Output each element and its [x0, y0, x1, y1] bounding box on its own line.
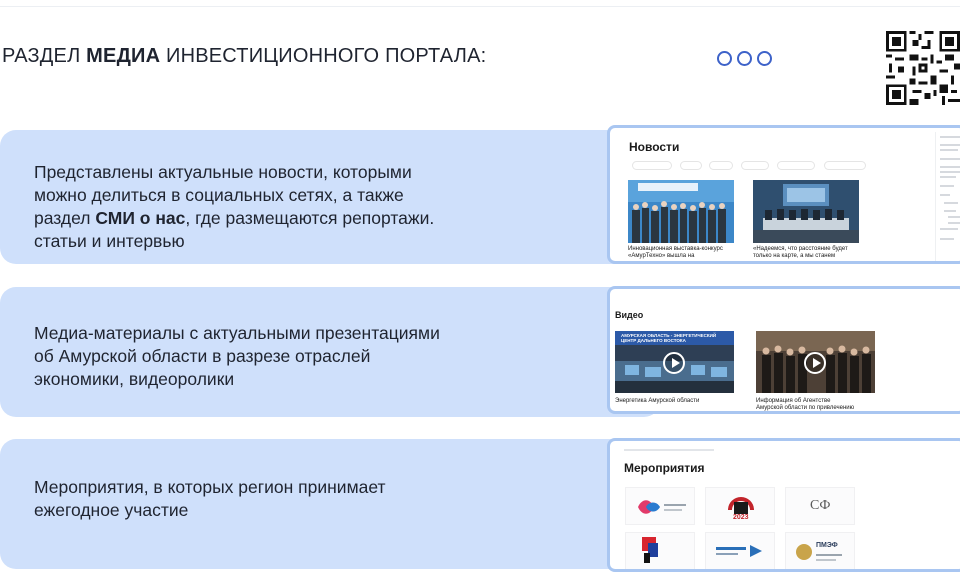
events-title: Мероприятия	[624, 461, 705, 475]
news-caption-2[interactable]: «Надеемся, что расстояние будет только н…	[753, 246, 863, 260]
event-logo-vef[interactable]	[625, 487, 695, 525]
news-thumb-1[interactable]	[628, 180, 734, 243]
events-screenshot: Мероприятия 2023 СФ ПМЭФ	[607, 438, 960, 572]
filter-pill[interactable]	[777, 161, 815, 170]
news-caption-1-line-2: «АмурТехно» вышла на	[628, 253, 695, 259]
card-media-line-2: об Амурской области в разрезе отраслей	[34, 346, 371, 366]
play-icon[interactable]	[663, 352, 685, 374]
video-caption-2-line-1: Информация об Агентстве	[756, 398, 831, 404]
card-events: Мероприятия, в которых регион принимает …	[0, 439, 660, 569]
video-caption-1[interactable]: Энергетика Амурской области	[615, 398, 735, 405]
card-news-line-3: раздел СМИ о нас, где размещаются репорт…	[34, 207, 434, 230]
filter-pill[interactable]	[741, 161, 769, 170]
sidebar-item[interactable]	[948, 222, 960, 224]
title-prefix: РАЗДЕЛ	[2, 45, 87, 67]
news-title: Новости	[629, 140, 680, 154]
sidebar-item[interactable]	[940, 228, 958, 230]
event-logo-sf-text: СФ	[810, 498, 831, 513]
event-logo-pmef-text: ПМЭФ	[816, 542, 838, 549]
video-overlay-text: АМУРСКАЯ ОБЛАСТЬ - ЭНЕРГЕТИЧЕСКИЙ ЦЕНТР …	[621, 333, 716, 343]
video-thumb-1[interactable]: АМУРСКАЯ ОБЛАСТЬ - ЭНЕРГЕТИЧЕСКИЙ ЦЕНТР …	[615, 331, 734, 393]
video-thumb-2[interactable]	[756, 331, 875, 393]
news-caption-1[interactable]: Инновационная выставка-конкурс «АмурТехн…	[628, 246, 738, 260]
news-caption-1-line-1: Инновационная выставка-конкурс	[628, 246, 723, 252]
card-news-line-2: можно делиться в социальных сетях, а так…	[34, 185, 404, 205]
events-breadcrumb	[624, 449, 714, 451]
event-logo-year-text: 2023	[733, 514, 749, 521]
news-photo-1	[628, 180, 734, 243]
event-logo-vostochny[interactable]	[705, 532, 775, 569]
card-media-line-1: Медиа-материалы с актуальными презентаци…	[34, 323, 440, 343]
card-news-line-3-pre: раздел	[34, 208, 96, 228]
video-title: Видео	[615, 310, 644, 320]
dot-3[interactable]	[757, 51, 772, 66]
event-logo-sf[interactable]: СФ	[785, 487, 855, 525]
sidebar-item[interactable]	[940, 185, 954, 187]
card-news-line-1: Представлены актуальные новости, которым…	[34, 162, 412, 182]
title-suffix: ИНВЕСТИЦИОННОГО ПОРТАЛА:	[160, 45, 487, 67]
card-news-text: Представлены актуальные новости, которым…	[34, 161, 434, 253]
card-news: Представлены актуальные новости, которым…	[0, 130, 660, 264]
vef-logo-icon	[638, 500, 686, 514]
vostochny-forum-logo-icon	[716, 545, 762, 557]
sidebar-item[interactable]	[940, 166, 960, 168]
sidebar-item[interactable]	[940, 238, 954, 240]
video-overlay-line-2: ЦЕНТР ДАЛЬНЕГО ВОСТОКА	[621, 338, 686, 343]
news-caption-2-line-2: только на карте, а мы станем	[753, 253, 836, 259]
sidebar-item[interactable]	[940, 171, 960, 173]
filter-pill[interactable]	[632, 161, 672, 170]
sidebar-item[interactable]	[940, 136, 960, 138]
news-sidebar	[935, 132, 960, 261]
video-screenshot: Видео АМУРСКАЯ ОБЛАСТЬ - ЭНЕРГЕТИЧЕСКИЙ …	[607, 286, 960, 414]
sidebar-item[interactable]	[940, 176, 956, 178]
sidebar-item[interactable]	[948, 216, 960, 218]
card-news-line-3-post: , где размещаются репортажи.	[185, 208, 435, 228]
dot-1[interactable]	[717, 51, 732, 66]
card-events-text: Мероприятия, в которых регион принимает …	[34, 476, 386, 522]
pmef-logo-icon	[796, 544, 842, 561]
video-caption-2-line-2: Амурской области по привлечению	[756, 405, 855, 411]
sidebar-item[interactable]	[940, 149, 958, 151]
sidebar-item[interactable]	[940, 144, 960, 146]
dot-2[interactable]	[737, 51, 752, 66]
page-title: РАЗДЕЛ МЕДИА ИНВЕСТИЦИОННОГО ПОРТАЛА:	[2, 45, 486, 68]
news-screenshot: Новости Инновационная выставка-конкурс «…	[607, 125, 960, 264]
news-photo-2	[753, 180, 859, 243]
card-media-line-3: экономики, видеоролики	[34, 369, 235, 389]
card-events-line-1: Мероприятия, в которых регион принимает	[34, 477, 386, 497]
sidebar-item[interactable]	[944, 202, 958, 204]
event-logo-year[interactable]: 2023	[705, 487, 775, 525]
card-news-line-4: статьи и интервью	[34, 231, 185, 251]
invest-logo-icon	[642, 537, 658, 563]
event-logo-invest[interactable]	[625, 532, 695, 569]
event-logo-pmef[interactable]: ПМЭФ	[785, 532, 855, 569]
play-icon[interactable]	[804, 352, 826, 374]
video-caption-2[interactable]: Информация об Агентстве Амурской области…	[756, 398, 886, 411]
card-media: Медиа-материалы с актуальными презентаци…	[0, 287, 660, 417]
news-thumb-2[interactable]	[753, 180, 859, 243]
title-bold: МЕДИА	[86, 45, 161, 67]
smi-o-nas-label: СМИ о нас	[95, 208, 186, 228]
card-media-text: Медиа-материалы с актуальными презентаци…	[34, 322, 440, 391]
card-events-line-2: ежегодное участие	[34, 500, 189, 520]
filter-pill[interactable]	[824, 161, 866, 170]
video-caption-1-text: Энергетика Амурской области	[615, 398, 700, 404]
qr-code-icon	[886, 31, 960, 105]
filter-pill[interactable]	[709, 161, 733, 170]
top-divider	[0, 6, 960, 7]
sidebar-item[interactable]	[940, 194, 950, 196]
pagination-dots	[717, 51, 772, 66]
sidebar-item[interactable]	[944, 210, 956, 212]
news-caption-2-line-1: «Надеемся, что расстояние будет	[753, 246, 848, 252]
sidebar-item[interactable]	[940, 158, 960, 160]
filter-pill[interactable]	[680, 161, 702, 170]
